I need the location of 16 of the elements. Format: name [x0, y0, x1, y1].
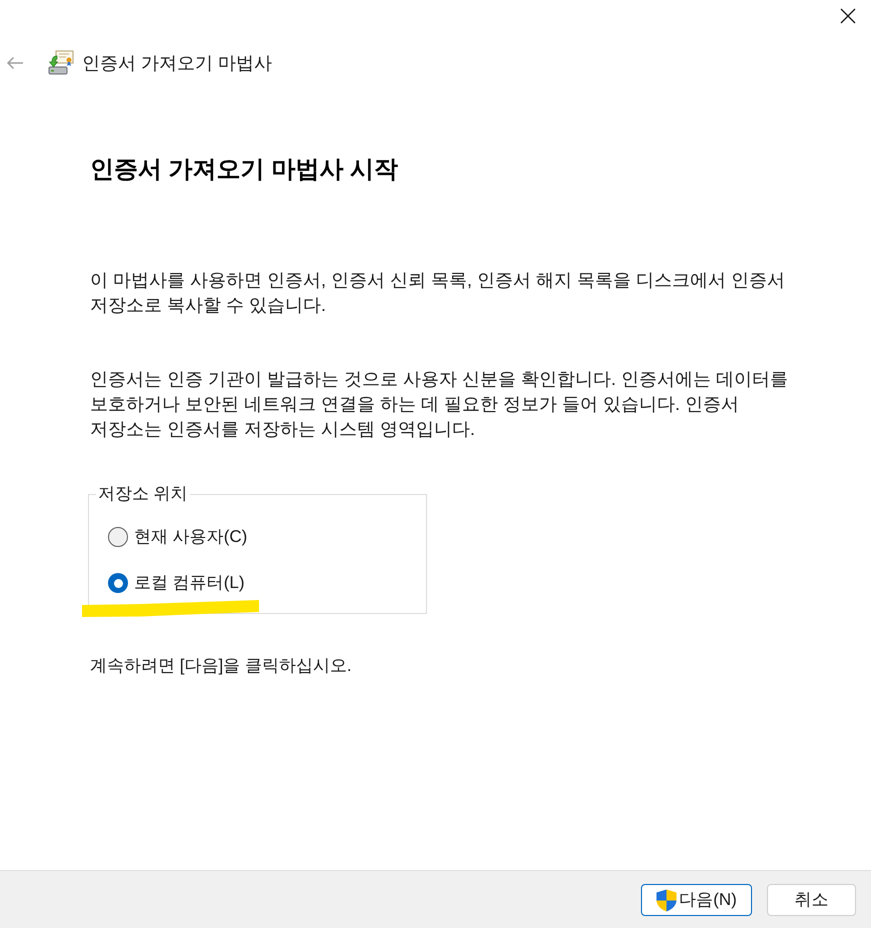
radio-label: 로컬 컴퓨터(L)	[134, 572, 244, 594]
radio-button[interactable]	[108, 527, 128, 547]
certificate-import-icon	[48, 50, 74, 76]
wizard-title: 인증서 가져오기 마법사	[82, 52, 272, 75]
radio-button[interactable]	[108, 573, 128, 593]
back-arrow-icon	[6, 56, 24, 70]
description-paragraph: 인증서는 인증 기관이 발급하는 것으로 사용자 신분을 확인합니다. 인증서에는 데이터를 보호하거나 보안된 네트워크 연결을 하는 데 필요한 정보가 들어 있습니다. 인증서 저장소는 인증서를 저장하는 시스템 영역입니다.	[90, 368, 790, 441]
close-icon	[840, 8, 856, 24]
radio-label: 현재 사용자(C)	[134, 526, 248, 548]
instruction-text: 계속하려면 [다음]을 클릭하십시오.	[90, 655, 353, 677]
shield-icon	[656, 888, 678, 912]
page-heading: 인증서 가져오기 마법사 시작	[90, 155, 400, 185]
next-button[interactable]: 다음(N)	[641, 884, 752, 916]
cancel-button[interactable]: 취소	[767, 884, 856, 916]
description-paragraph: 이 마법사를 사용하면 인증서, 인증서 신뢰 목록, 인증서 해지 목록을 디스크에서 인증서 저장소로 복사할 수 있습니다.	[90, 269, 786, 317]
group-label: 저장소 위치	[97, 483, 189, 505]
